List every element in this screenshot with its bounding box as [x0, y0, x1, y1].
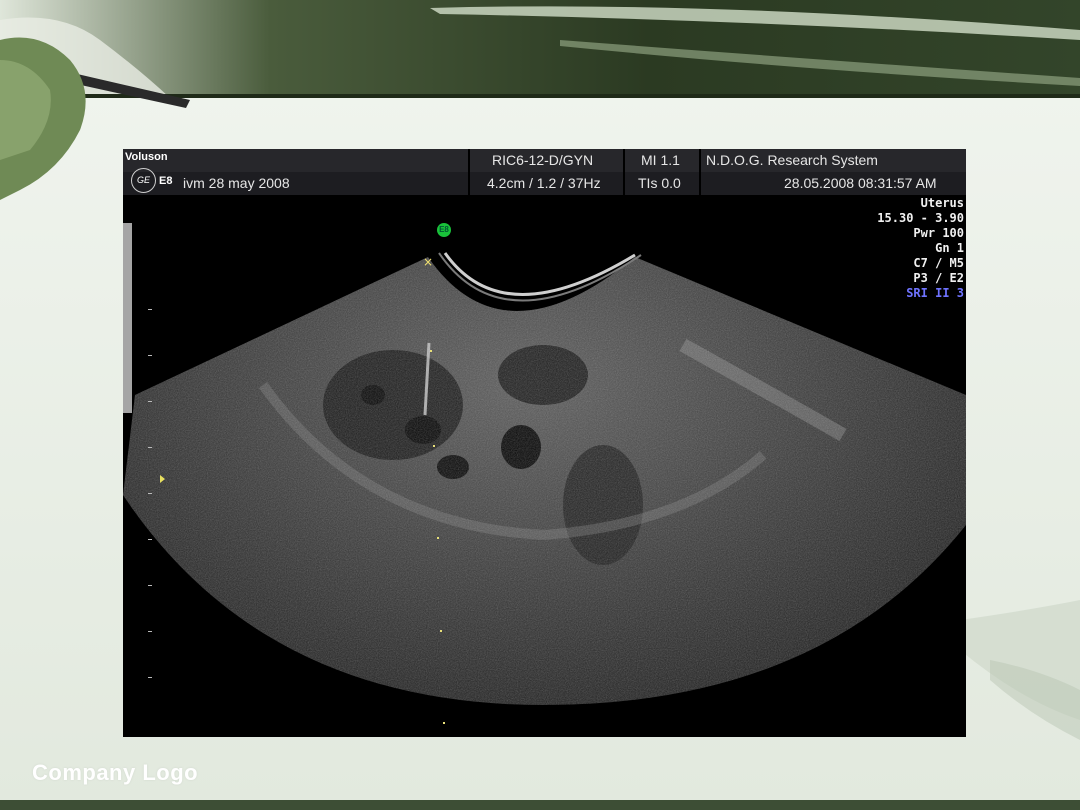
model-label: E8	[159, 175, 173, 187]
voluson-brand: Voluson	[125, 151, 168, 163]
param-line: P3 / E2	[913, 271, 964, 285]
patient-label: ivm 28 may 2008	[183, 175, 290, 191]
param-line: C7 / M5	[913, 256, 964, 270]
ge-logo-icon: GE	[131, 168, 156, 193]
param-line: Uterus	[920, 196, 964, 210]
param-line: Pwr 100	[913, 226, 964, 240]
separator	[623, 149, 625, 195]
e8-badge-icon: E8	[437, 223, 451, 237]
separator	[468, 149, 470, 195]
ultrasound-image: Voluson GE E8 RIC6-12-D/GYN MI 1.1 N.D.O…	[123, 149, 966, 737]
separator	[699, 149, 701, 195]
footer-bar	[0, 800, 1080, 810]
tis-value: TIs 0.0	[638, 175, 681, 191]
datetime-label: 28.05.2008 08:31:57 AM	[784, 175, 937, 191]
svg-text:×: ×	[423, 255, 433, 269]
depth-frequency: 4.2cm / 1.2 / 37Hz	[487, 175, 601, 191]
ultrasound-scan-sector: ×	[123, 223, 966, 724]
institution-label: N.D.O.G. Research System	[706, 152, 878, 168]
scan-parameters: Uterus 15.30 - 3.90 Pwr 100 Gn 1 C7 / M5…	[877, 196, 964, 301]
param-line: 15.30 - 3.90	[877, 211, 964, 225]
probe-label: RIC6-12-D/GYN	[492, 152, 594, 168]
mi-value: MI 1.1	[641, 152, 680, 168]
param-line: Gn 1	[935, 241, 964, 255]
sri-setting: SRI II 3	[906, 286, 964, 300]
company-logo: Company Logo	[32, 760, 199, 785]
